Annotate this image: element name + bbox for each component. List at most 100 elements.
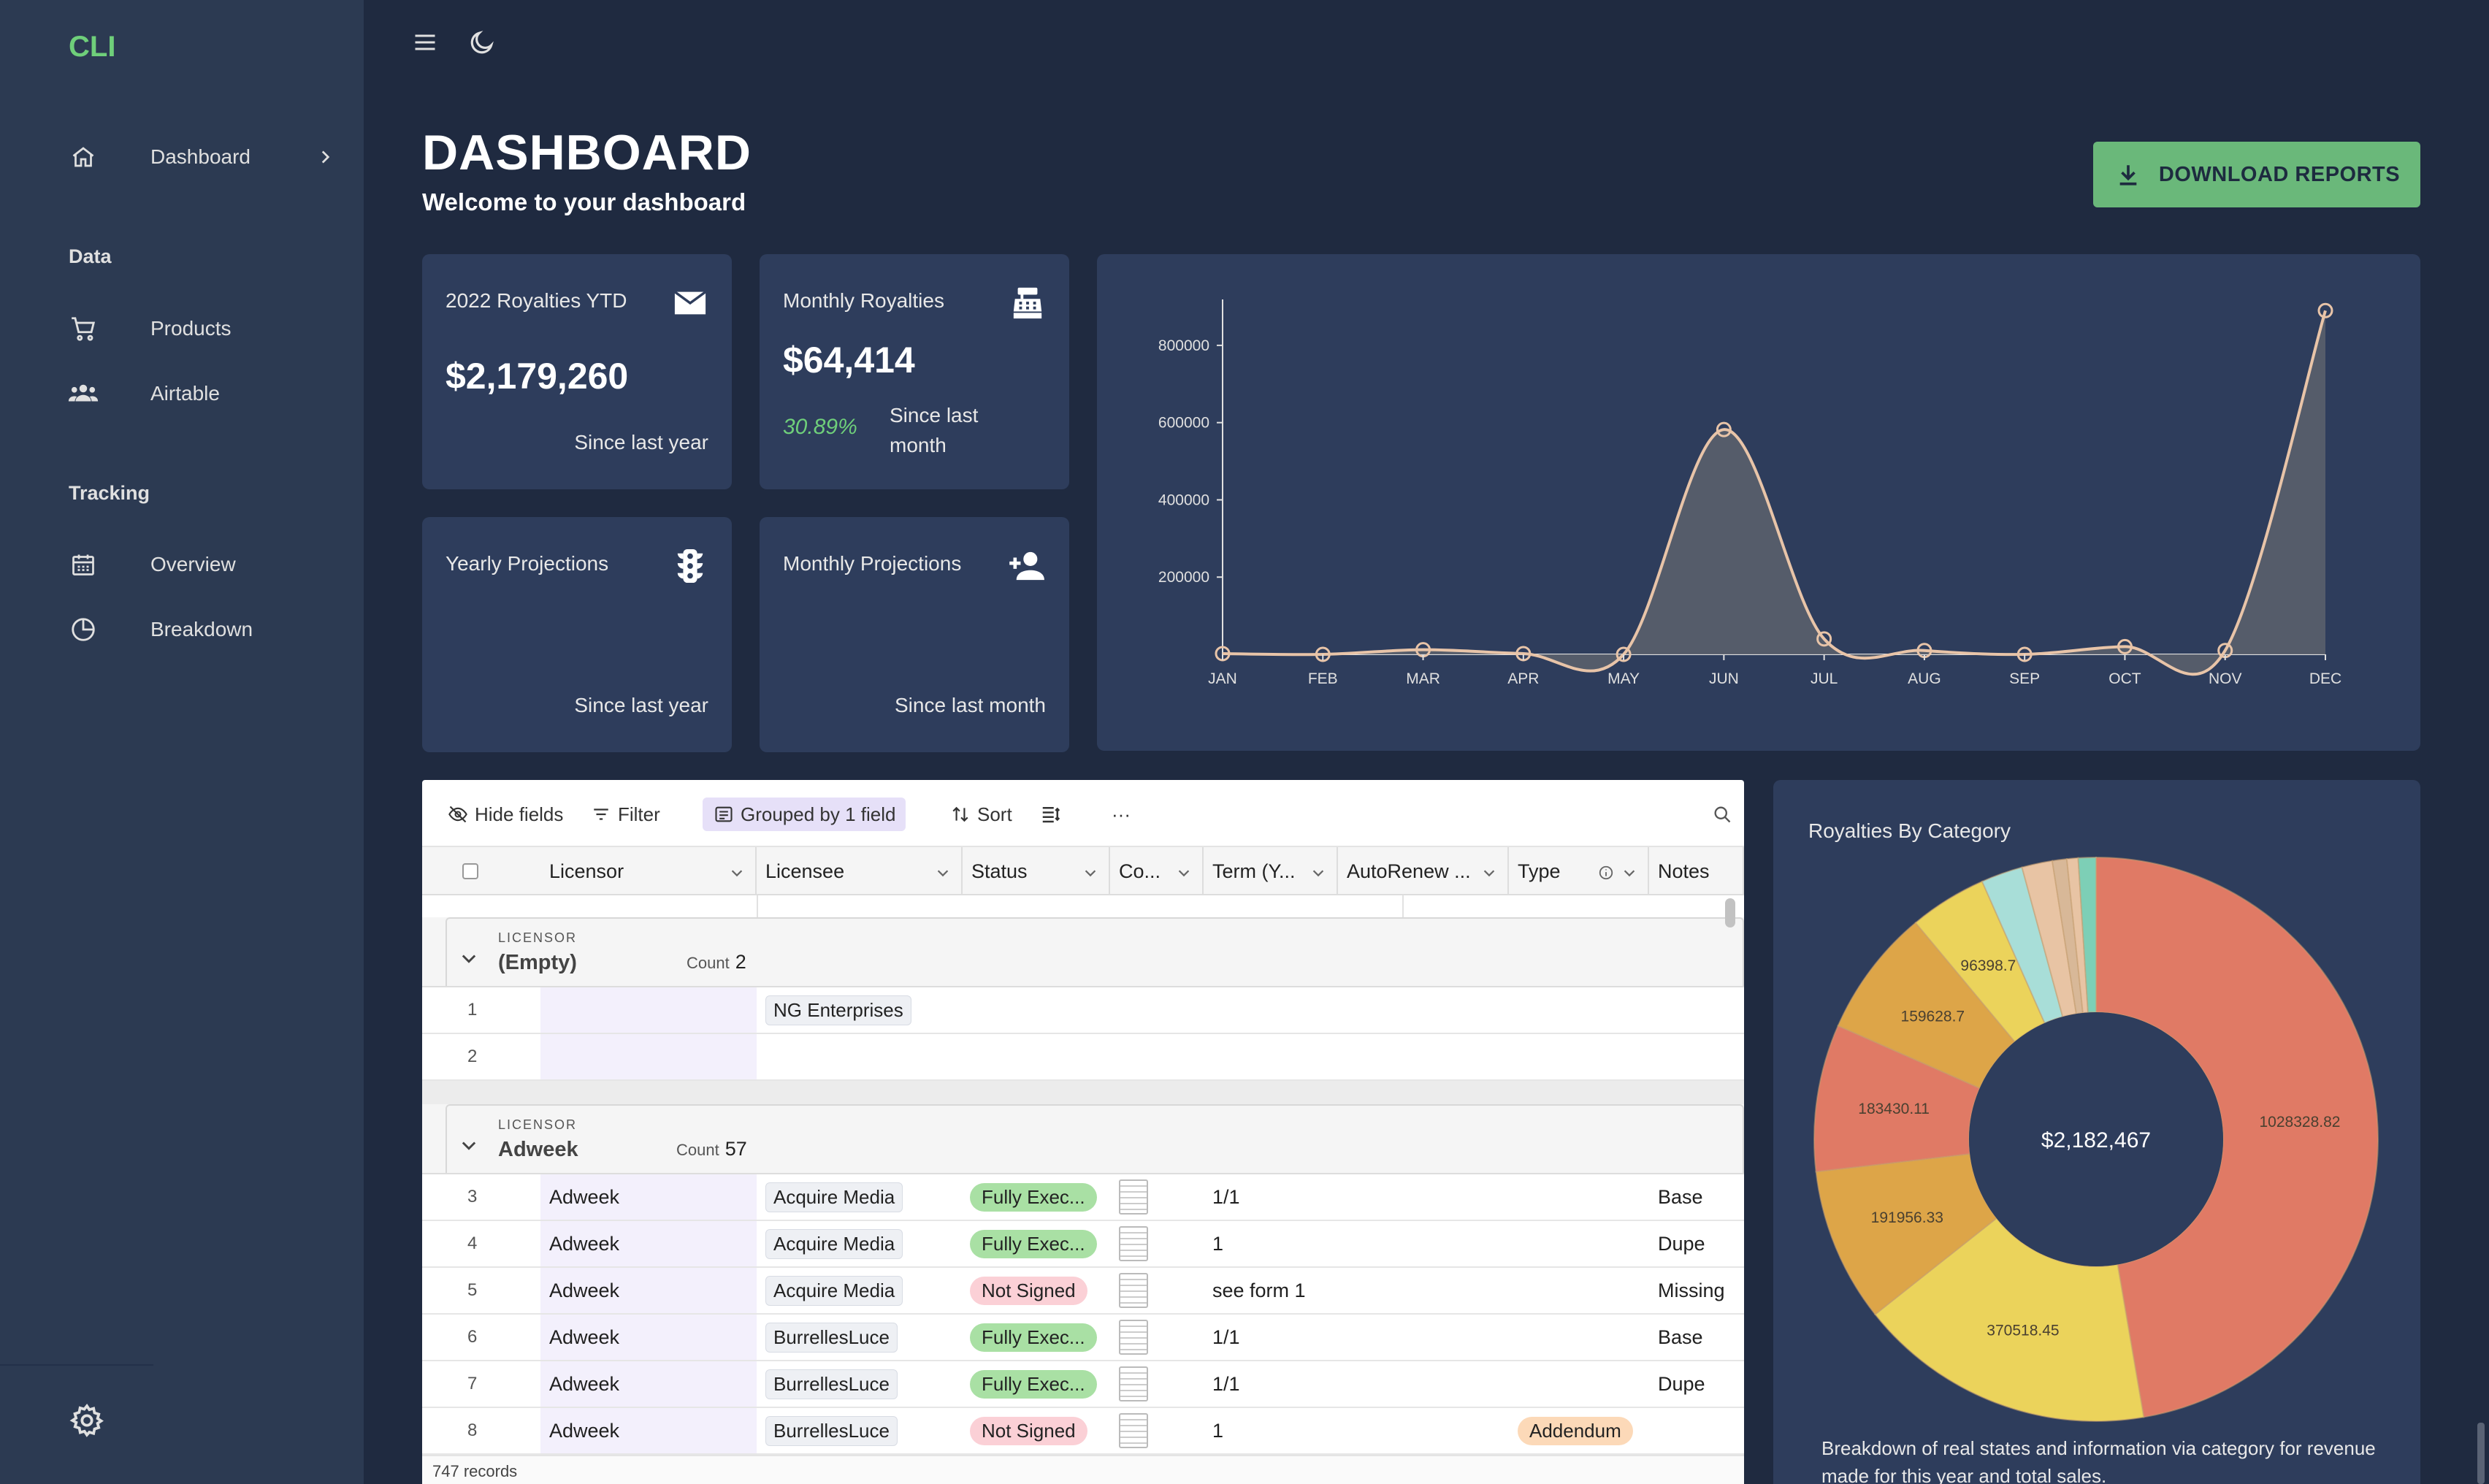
cell-licensor[interactable]: Adweek: [540, 1268, 757, 1313]
menu-icon[interactable]: [409, 26, 441, 58]
status-pill[interactable]: Not Signed: [970, 1416, 1087, 1445]
table-row[interactable]: 8 Adweek BurrellesLuce Not Signed 1 Addendum: [422, 1408, 1744, 1455]
cell-notes[interactable]: Missing: [1649, 1268, 1744, 1313]
cell-licensee[interactable]: BurrellesLuce: [757, 1315, 963, 1360]
cell-co[interactable]: [1110, 1174, 1204, 1220]
cell-licensee[interactable]: NG Enterprises: [757, 987, 963, 1033]
cell-auto[interactable]: [1338, 1315, 1509, 1360]
licensee-tag[interactable]: BurrellesLuce: [765, 1415, 898, 1446]
page-scrollbar[interactable]: [2477, 1423, 2485, 1484]
contract-document-thumbnail[interactable]: [1119, 1179, 1148, 1215]
grid-scrollbar[interactable]: [1725, 898, 1735, 928]
column-header-status[interactable]: Status: [963, 847, 1110, 895]
contract-document-thumbnail[interactable]: [1119, 1413, 1148, 1448]
table-row[interactable]: 1 NG Enterprises: [422, 987, 1744, 1034]
status-pill[interactable]: Not Signed: [970, 1276, 1087, 1305]
column-header-co[interactable]: Co...: [1110, 847, 1204, 895]
group-header[interactable]: LICENSOR Adweek Count 57: [422, 1104, 1744, 1174]
cell-co[interactable]: [1110, 1315, 1204, 1360]
column-header-term-y[interactable]: Term (Y...: [1204, 847, 1338, 895]
cell-type[interactable]: [1509, 1361, 1649, 1407]
cell-term[interactable]: see form 1: [1204, 1268, 1338, 1313]
cell-term[interactable]: 1/1: [1204, 1361, 1338, 1407]
app-logo[interactable]: CLI: [69, 31, 115, 64]
sidebar-item-breakdown[interactable]: Breakdown: [0, 604, 364, 655]
cell-type[interactable]: [1509, 987, 1649, 1033]
cell-status[interactable]: [963, 1034, 1110, 1079]
licensee-tag[interactable]: Acquire Media: [765, 1182, 903, 1212]
cell-licensor[interactable]: [540, 1034, 757, 1079]
sidebar-item-overview[interactable]: Overview: [0, 539, 364, 590]
cell-licensor[interactable]: Adweek: [540, 1174, 757, 1220]
column-header-licensor[interactable]: Licensor: [540, 847, 757, 895]
table-row[interactable]: 6 Adweek BurrellesLuce Fully Exec... 1/1 Base: [422, 1315, 1744, 1361]
table-row[interactable]: 3 Adweek Acquire Media Fully Exec... 1/1 Base: [422, 1174, 1744, 1221]
cell-auto[interactable]: [1338, 1408, 1509, 1453]
cell-status[interactable]: Fully Exec...: [963, 1361, 1110, 1407]
cell-auto[interactable]: [1338, 1361, 1509, 1407]
status-pill[interactable]: Fully Exec...: [970, 1182, 1097, 1212]
column-header-type[interactable]: Type: [1509, 847, 1649, 895]
sidebar-item-airtable[interactable]: Airtable: [0, 368, 364, 419]
cell-licensee[interactable]: Acquire Media: [757, 1268, 963, 1313]
download-reports-button[interactable]: DOWNLOAD REPORTS: [2093, 142, 2420, 207]
cell-notes[interactable]: Base: [1649, 1315, 1744, 1360]
cell-co[interactable]: [1110, 1408, 1204, 1453]
group-header[interactable]: LICENSOR (Empty) Count 2: [422, 917, 1744, 987]
cell-notes[interactable]: [1649, 1034, 1744, 1079]
table-row[interactable]: 5 Adweek Acquire Media Not Signed see form 1…: [422, 1268, 1744, 1315]
select-all-checkbox[interactable]: [462, 863, 478, 879]
cell-status[interactable]: Fully Exec...: [963, 1221, 1110, 1266]
cell-licensor[interactable]: Adweek: [540, 1221, 757, 1266]
cell-type[interactable]: Addendum: [1509, 1408, 1649, 1453]
column-header-licensee[interactable]: Licensee: [757, 847, 963, 895]
filter-button[interactable]: Filter: [580, 798, 670, 831]
cell-licensor[interactable]: [540, 987, 757, 1033]
cell-status[interactable]: Fully Exec...: [963, 1174, 1110, 1220]
cell-licensee[interactable]: Acquire Media: [757, 1221, 963, 1266]
cell-co[interactable]: [1110, 1268, 1204, 1313]
cell-type[interactable]: [1509, 1034, 1649, 1079]
cell-licensor[interactable]: Adweek: [540, 1315, 757, 1360]
cell-status[interactable]: Fully Exec...: [963, 1315, 1110, 1360]
cell-term[interactable]: [1204, 987, 1338, 1033]
contract-document-thumbnail[interactable]: [1119, 1273, 1148, 1308]
cell-term[interactable]: 1/1: [1204, 1174, 1338, 1220]
column-header-autorenew[interactable]: AutoRenew ...: [1338, 847, 1509, 895]
table-row[interactable]: 2: [422, 1034, 1744, 1081]
grouped-button[interactable]: Grouped by 1 field: [703, 798, 906, 831]
cell-type[interactable]: [1509, 1221, 1649, 1266]
sort-button[interactable]: Sort: [939, 798, 1022, 831]
more-options-button[interactable]: ···: [1101, 798, 1141, 831]
header-select-all[interactable]: [422, 847, 540, 895]
settings-gear-icon[interactable]: [69, 1402, 105, 1439]
cell-type[interactable]: [1509, 1174, 1649, 1220]
cell-notes[interactable]: [1649, 987, 1744, 1033]
type-pill[interactable]: Addendum: [1518, 1416, 1633, 1445]
contract-document-thumbnail[interactable]: [1119, 1226, 1148, 1261]
cell-notes[interactable]: Dupe: [1649, 1221, 1744, 1266]
cell-co[interactable]: [1110, 987, 1204, 1033]
column-header-notes[interactable]: Notes: [1649, 847, 1744, 895]
licensee-tag[interactable]: Acquire Media: [765, 1228, 903, 1259]
cell-auto[interactable]: [1338, 1174, 1509, 1220]
cell-status[interactable]: Not Signed: [963, 1408, 1110, 1453]
cell-licensee[interactable]: BurrellesLuce: [757, 1361, 963, 1407]
contract-document-thumbnail[interactable]: [1119, 1366, 1148, 1401]
cell-licensor[interactable]: Adweek: [540, 1361, 757, 1407]
dark-mode-moon-icon[interactable]: [466, 26, 498, 58]
chevron-down-icon[interactable]: [459, 948, 481, 970]
licensee-tag[interactable]: BurrellesLuce: [765, 1369, 898, 1399]
table-row[interactable]: 4 Adweek Acquire Media Fully Exec... 1 Dupe: [422, 1221, 1744, 1268]
cell-auto[interactable]: [1338, 987, 1509, 1033]
search-icon[interactable]: [1702, 798, 1743, 831]
cell-term[interactable]: 1: [1204, 1221, 1338, 1266]
cell-status[interactable]: [963, 987, 1110, 1033]
cell-licensor[interactable]: Adweek: [540, 1408, 757, 1453]
cell-licensee[interactable]: BurrellesLuce: [757, 1408, 963, 1453]
hide-fields-button[interactable]: Hide fields: [437, 798, 573, 831]
cell-co[interactable]: [1110, 1361, 1204, 1407]
status-pill[interactable]: Fully Exec...: [970, 1229, 1097, 1258]
cell-type[interactable]: [1509, 1315, 1649, 1360]
cell-term[interactable]: 1: [1204, 1408, 1338, 1453]
